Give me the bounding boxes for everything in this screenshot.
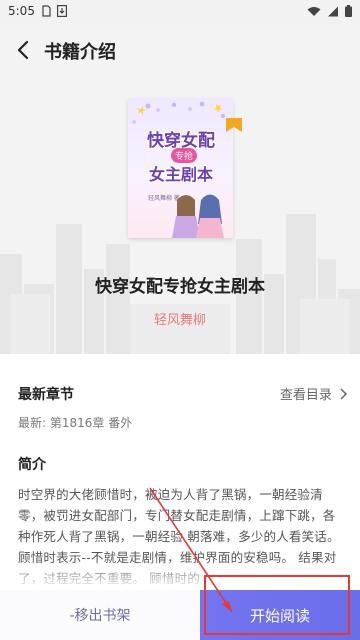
latest-chapter-section: 最新章节 查看目录 最新: 第1816章 番外 [18,384,348,430]
latest-chapter-text[interactable]: 最新: 第1816章 番外 [18,414,132,431]
download-icon [57,5,67,17]
wifi-icon [307,6,321,16]
bottom-action-bar: -移出书架 开始阅读 [0,590,360,640]
signal-icon [328,6,338,16]
cover-title-line3: 女主剧本 [148,165,213,184]
battery-icon [345,5,352,17]
status-right-icons [307,5,352,17]
header: 书籍介绍 [0,24,360,76]
view-catalog-link[interactable]: 查看目录 [280,384,348,403]
book-title: 快穿女配专抢女主剧本 [95,277,265,297]
sim-card-icon [42,5,51,17]
intro-heading: 简介 [18,457,46,473]
book-hero: 书籍介绍 快穿女配 专抢 女主剧本 轻风舞柳 著 快穿女配专抢女主剧本 轻风舞柳 [0,24,360,354]
page-title: 书籍介绍 [44,42,116,63]
start-reading-button[interactable]: 开始阅读 [200,590,360,640]
back-button[interactable] [12,38,36,62]
book-author[interactable]: 轻风舞柳 [0,309,360,328]
status-left-icons [42,5,67,17]
bookmark-icon [226,118,242,132]
intro-fade [0,560,360,590]
status-bar: 5:05 [0,0,360,24]
chevron-right-icon [340,388,348,400]
back-arrow-icon [17,40,29,60]
status-time: 5:05 [8,4,35,18]
remove-from-shelf-button[interactable]: -移出书架 [0,590,200,640]
cover-characters-illustration [172,194,224,238]
book-cover: 快穿女配 专抢 女主剧本 轻风舞柳 著 [128,98,233,238]
view-catalog-label: 查看目录 [279,388,332,403]
